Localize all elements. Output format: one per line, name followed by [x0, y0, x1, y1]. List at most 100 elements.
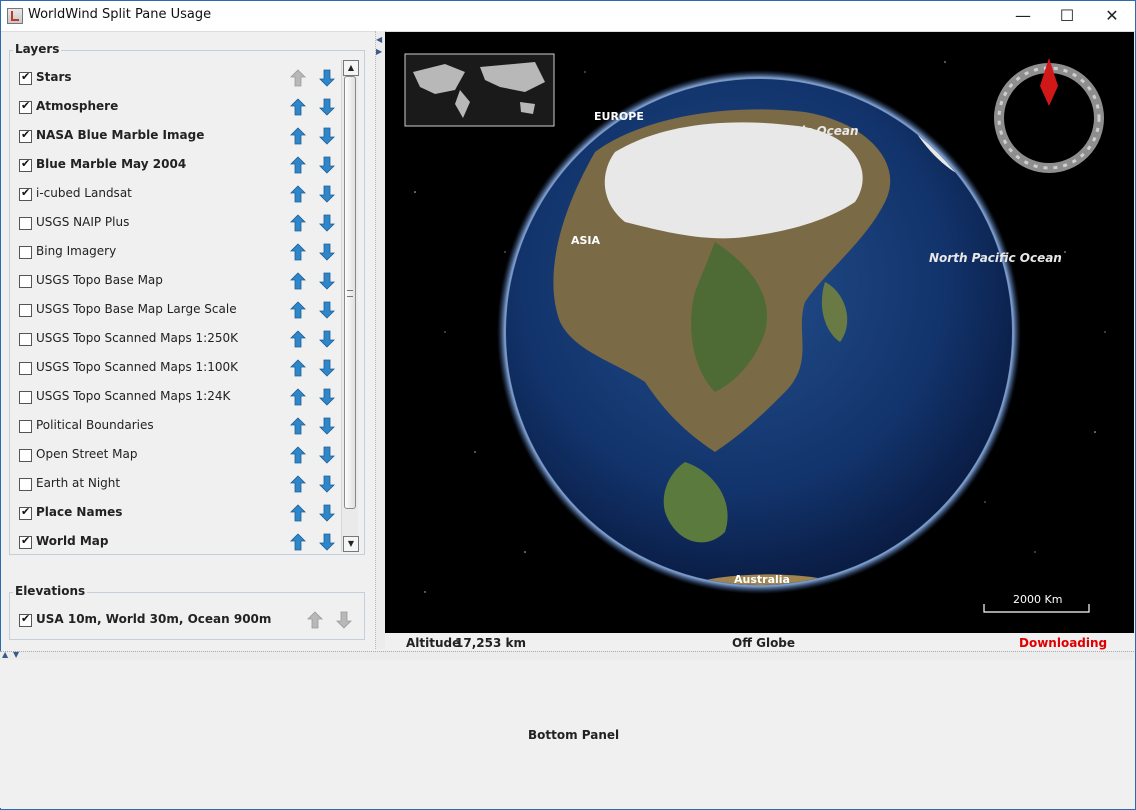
layer-checkbox[interactable]	[19, 333, 32, 346]
layer-checkbox[interactable]	[19, 478, 32, 491]
layer-row[interactable]: USGS Topo Scanned Maps 1:100K	[10, 354, 340, 383]
move-down-arrow-icon[interactable]	[319, 446, 335, 464]
layer-label: Blue Marble May 2004	[36, 157, 187, 171]
move-up-arrow-icon[interactable]	[290, 330, 306, 348]
maximize-button[interactable]: ☐	[1044, 1, 1090, 31]
layer-row[interactable]: Blue Marble May 2004	[10, 151, 340, 180]
move-down-arrow-icon[interactable]	[319, 243, 335, 261]
move-down-arrow-icon[interactable]	[319, 272, 335, 290]
move-up-arrow-icon[interactable]	[290, 98, 306, 116]
minimize-button[interactable]: —	[1000, 1, 1046, 31]
move-up-arrow-icon[interactable]	[290, 127, 306, 145]
java-app-icon	[7, 8, 23, 24]
layer-checkbox[interactable]	[19, 275, 32, 288]
move-down-arrow-icon[interactable]	[319, 504, 335, 522]
layer-checkbox[interactable]	[19, 505, 32, 520]
layer-checkbox[interactable]	[19, 186, 32, 201]
layer-row[interactable]: USGS Topo Scanned Maps 1:250K	[10, 325, 340, 354]
scrollbar-grip-icon	[347, 290, 353, 297]
move-up-arrow-icon[interactable]	[290, 388, 306, 406]
move-up-arrow-icon[interactable]	[290, 301, 306, 319]
layer-label: NASA Blue Marble Image	[36, 128, 205, 142]
move-up-arrow-icon[interactable]	[290, 446, 306, 464]
layer-label: Atmosphere	[36, 99, 119, 113]
left-pane: Layers StarsAtmosphereNASA Blue Marble I…	[0, 31, 375, 649]
layer-checkbox[interactable]	[19, 362, 32, 375]
layer-label: USGS Topo Scanned Maps 1:250K	[36, 331, 238, 345]
move-down-arrow-icon[interactable]	[319, 98, 335, 116]
move-down-arrow-icon[interactable]	[319, 330, 335, 348]
move-down-arrow-icon	[336, 611, 352, 629]
layer-checkbox[interactable]	[19, 246, 32, 259]
status-bar: Altitude 17,253 km Off Globe Downloading	[385, 633, 1134, 651]
layer-label: Bing Imagery	[36, 244, 117, 258]
layer-row[interactable]: Earth at Night	[10, 470, 340, 499]
layer-label: USGS Topo Scanned Maps 1:24K	[36, 389, 231, 403]
divider-collapse-left-icon[interactable]: ◀	[376, 34, 382, 46]
move-up-arrow-icon[interactable]	[290, 475, 306, 493]
move-up-arrow-icon[interactable]	[290, 359, 306, 377]
layer-row[interactable]: USA 10m, World 30m, Ocean 900m	[10, 606, 352, 635]
layer-row[interactable]: USGS Topo Base Map Large Scale	[10, 296, 340, 325]
move-up-arrow-icon	[290, 69, 306, 87]
scroll-down-button[interactable]: ▼	[343, 536, 359, 552]
move-down-arrow-icon[interactable]	[319, 214, 335, 232]
layer-checkbox[interactable]	[19, 534, 32, 549]
move-down-arrow-icon[interactable]	[319, 301, 335, 319]
move-up-arrow-icon[interactable]	[290, 156, 306, 174]
layers-scrollbar[interactable]: ▲ ▼	[341, 60, 359, 552]
worldwind-globe-view[interactable]: EUROPE ASIA Arctic Ocean North Pacific O…	[385, 32, 1134, 633]
layer-checkbox[interactable]	[19, 391, 32, 404]
close-button[interactable]: ✕	[1089, 1, 1135, 31]
move-down-arrow-icon[interactable]	[319, 69, 335, 87]
layer-checkbox[interactable]	[19, 217, 32, 230]
layer-checkbox[interactable]	[19, 304, 32, 317]
move-down-arrow-icon[interactable]	[319, 533, 335, 551]
layer-row[interactable]: Political Boundaries	[10, 412, 340, 441]
move-down-arrow-icon[interactable]	[319, 417, 335, 435]
layer-checkbox[interactable]	[19, 449, 32, 462]
divider-expand-right-icon[interactable]: ▶	[376, 46, 382, 58]
layer-label: Place Names	[36, 505, 123, 519]
layer-checkbox[interactable]	[19, 99, 32, 114]
scroll-up-button[interactable]: ▲	[343, 60, 359, 76]
move-up-arrow-icon[interactable]	[290, 243, 306, 261]
layer-row[interactable]: Open Street Map	[10, 441, 340, 470]
layer-row[interactable]: USGS NAIP Plus	[10, 209, 340, 238]
layer-row[interactable]: Atmosphere	[10, 93, 340, 122]
move-up-arrow-icon	[307, 611, 323, 629]
compass[interactable]	[994, 58, 1104, 173]
move-down-arrow-icon[interactable]	[319, 156, 335, 174]
layer-row[interactable]: USGS Topo Base Map	[10, 267, 340, 296]
move-down-arrow-icon[interactable]	[319, 185, 335, 203]
move-up-arrow-icon[interactable]	[290, 272, 306, 290]
globe-scene[interactable]	[385, 32, 1134, 633]
move-down-arrow-icon[interactable]	[319, 359, 335, 377]
divider-collapse-up-icon[interactable]: ▲	[2, 650, 8, 659]
layer-checkbox[interactable]	[19, 157, 32, 172]
layer-row[interactable]: World Map	[10, 528, 340, 557]
move-up-arrow-icon[interactable]	[290, 185, 306, 203]
layer-row[interactable]: Place Names	[10, 499, 340, 528]
move-down-arrow-icon[interactable]	[319, 127, 335, 145]
move-down-arrow-icon[interactable]	[319, 388, 335, 406]
layer-row[interactable]: NASA Blue Marble Image	[10, 122, 340, 151]
layer-checkbox[interactable]	[19, 70, 32, 85]
title-bar: WorldWind Split Pane Usage — ☐ ✕	[0, 0, 1136, 32]
layer-row[interactable]: USGS Topo Scanned Maps 1:24K	[10, 383, 340, 412]
scrollbar-thumb[interactable]	[344, 76, 356, 509]
layer-checkbox[interactable]	[19, 128, 32, 143]
world-map-overlay[interactable]	[404, 53, 555, 127]
layer-row[interactable]: i-cubed Landsat	[10, 180, 340, 209]
layer-checkbox[interactable]	[19, 420, 32, 433]
move-up-arrow-icon[interactable]	[290, 214, 306, 232]
move-up-arrow-icon[interactable]	[290, 504, 306, 522]
place-label-australia: Australia	[734, 573, 790, 586]
layer-row[interactable]: Stars	[10, 64, 340, 93]
move-down-arrow-icon[interactable]	[319, 475, 335, 493]
divider-expand-down-icon[interactable]: ▼	[13, 650, 19, 659]
move-up-arrow-icon[interactable]	[290, 533, 306, 551]
move-up-arrow-icon[interactable]	[290, 417, 306, 435]
layer-checkbox[interactable]	[19, 612, 32, 627]
layer-row[interactable]: Bing Imagery	[10, 238, 340, 267]
